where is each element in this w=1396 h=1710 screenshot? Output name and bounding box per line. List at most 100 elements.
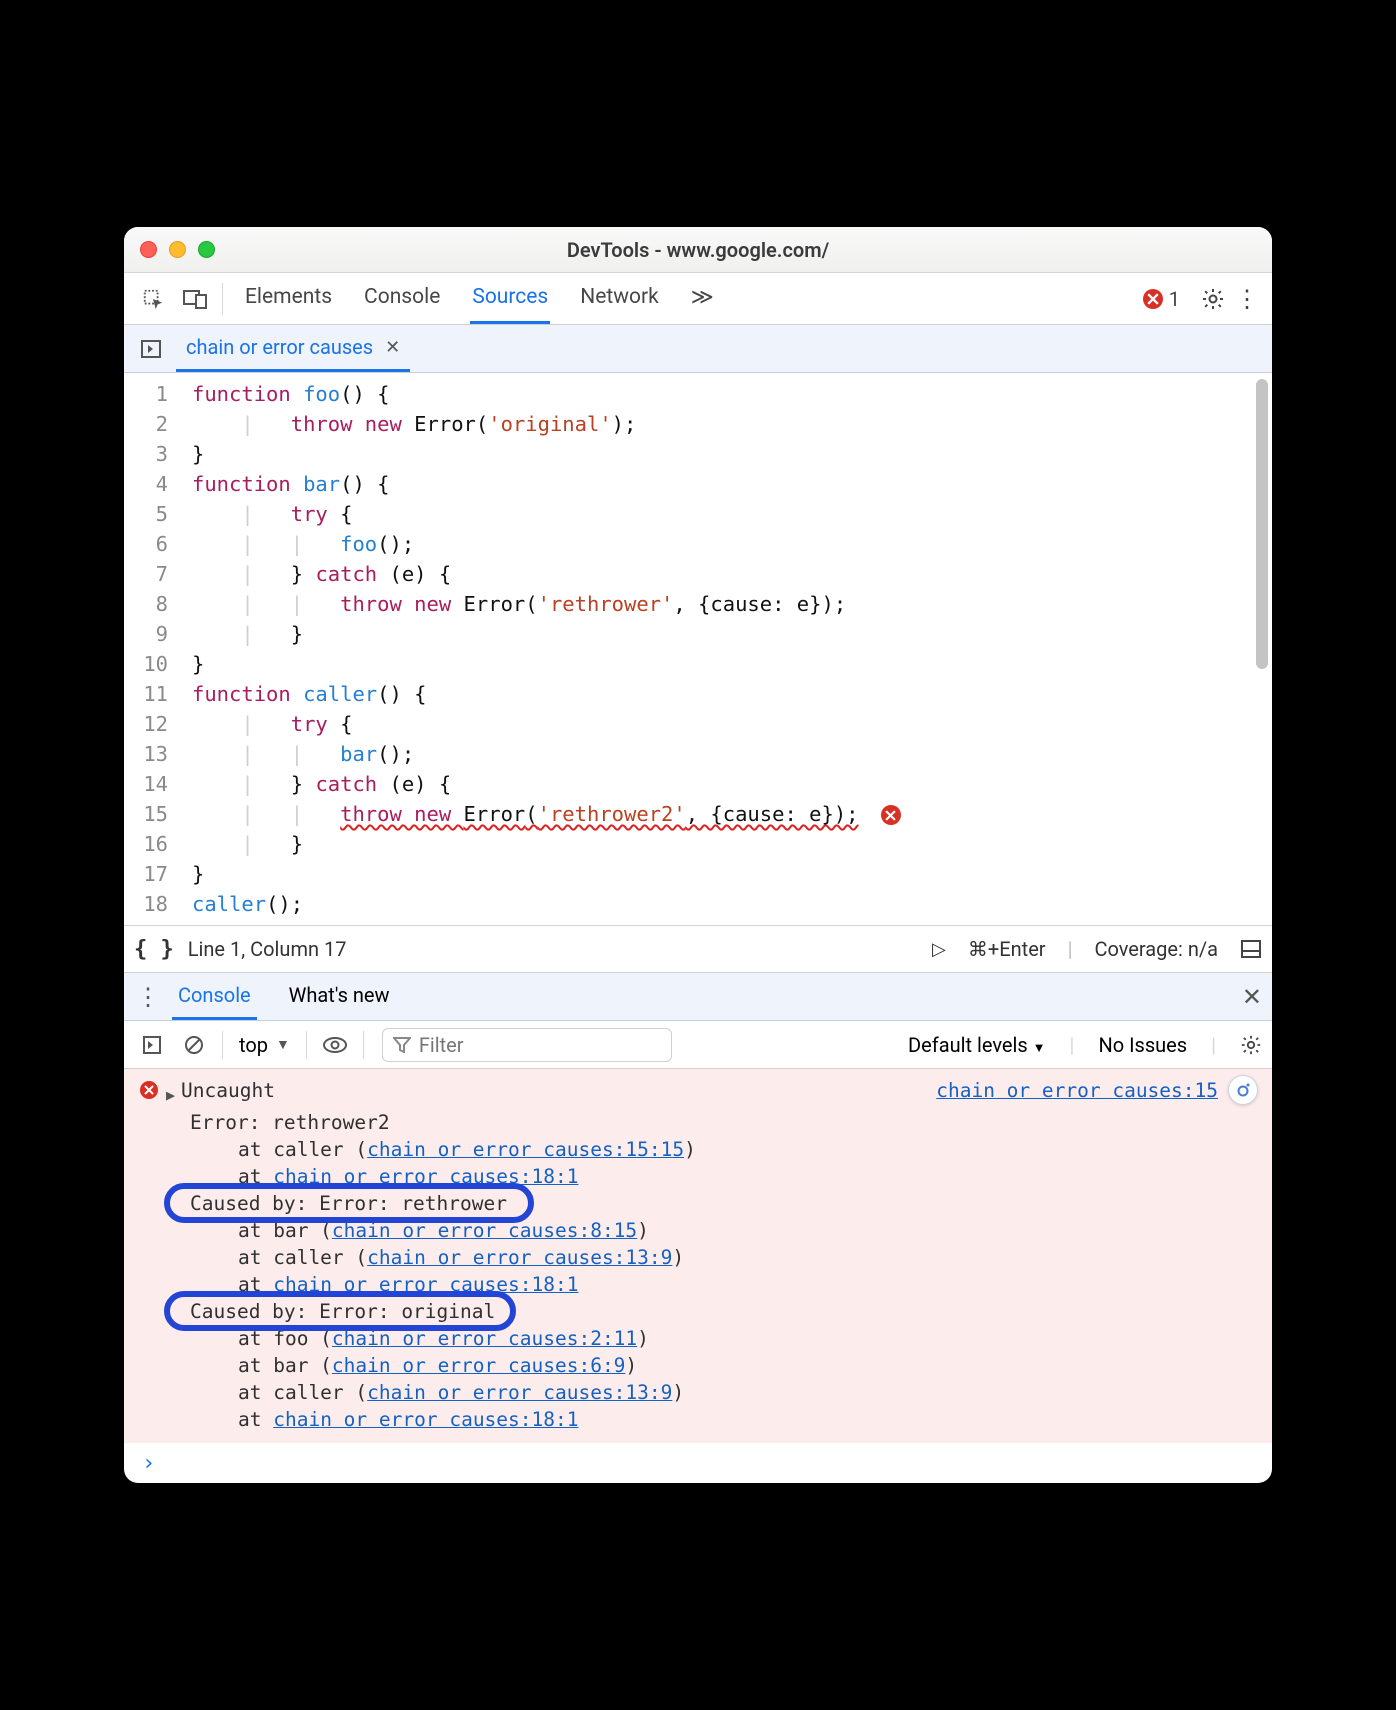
ai-assist-icon[interactable] bbox=[1228, 1075, 1258, 1105]
console-prompt[interactable]: › bbox=[124, 1443, 1272, 1483]
settings-icon[interactable] bbox=[1196, 287, 1230, 311]
tab-network[interactable]: Network bbox=[578, 273, 661, 324]
show-navigator-icon[interactable] bbox=[132, 338, 170, 360]
run-hint: ⌘+Enter bbox=[968, 937, 1046, 961]
filter-icon bbox=[393, 1037, 411, 1053]
source-link[interactable]: chain or error causes:18:1 bbox=[273, 1408, 578, 1431]
code-line[interactable]: | } bbox=[182, 619, 1272, 649]
coverage-label: Coverage: n/a bbox=[1094, 937, 1218, 961]
filter-placeholder: Filter bbox=[419, 1033, 464, 1057]
error-cause: Caused by: Error: rethrower bbox=[190, 1190, 1256, 1217]
line-number: 2 bbox=[124, 409, 168, 439]
filter-input[interactable]: Filter bbox=[382, 1028, 672, 1062]
stack-frame: at chain or error causes:18:1 bbox=[190, 1163, 1256, 1190]
inspect-element-icon[interactable] bbox=[132, 281, 174, 317]
source-link[interactable]: chain or error causes:6:9 bbox=[332, 1354, 626, 1377]
error-indicator[interactable]: 1 bbox=[1143, 287, 1180, 311]
code-line[interactable]: } bbox=[182, 859, 1272, 889]
cursor-position: Line 1, Column 17 bbox=[188, 937, 347, 961]
source-link[interactable]: chain or error causes:18:1 bbox=[273, 1273, 578, 1296]
code-line[interactable]: | try { bbox=[182, 499, 1272, 529]
clear-console-icon[interactable] bbox=[176, 1034, 212, 1056]
more-options-icon[interactable]: ⋮ bbox=[1230, 285, 1264, 313]
code-line[interactable]: function foo() { bbox=[182, 379, 1272, 409]
line-number: 4 bbox=[124, 469, 168, 499]
tab-console[interactable]: Console bbox=[362, 273, 442, 324]
stack-frame: at caller (chain or error causes:15:15) bbox=[190, 1136, 1256, 1163]
code-line[interactable]: caller(); bbox=[182, 889, 1272, 919]
window-title: DevTools - www.google.com/ bbox=[124, 238, 1272, 262]
line-number: 18 bbox=[124, 889, 168, 919]
code-line[interactable]: | | throw new Error('rethrower', {cause:… bbox=[182, 589, 1272, 619]
code-line[interactable]: | } bbox=[182, 829, 1272, 859]
code-line[interactable]: | } catch (e) { bbox=[182, 559, 1272, 589]
code-line[interactable]: | try { bbox=[182, 709, 1272, 739]
drawer-tab-whatsnew[interactable]: What's new bbox=[283, 973, 396, 1020]
code-area[interactable]: function foo() { | throw new Error('orig… bbox=[182, 373, 1272, 925]
line-gutter: 123456789101112131415161718 bbox=[124, 373, 182, 925]
context-label: top bbox=[239, 1033, 268, 1057]
tab-elements[interactable]: Elements bbox=[243, 273, 334, 324]
line-number: 6 bbox=[124, 529, 168, 559]
live-expression-icon[interactable] bbox=[317, 1036, 353, 1054]
code-editor[interactable]: 123456789101112131415161718 function foo… bbox=[124, 373, 1272, 925]
code-line[interactable]: | throw new Error('original'); bbox=[182, 409, 1272, 439]
close-tab-icon[interactable]: ✕ bbox=[385, 337, 400, 358]
source-link[interactable]: chain or error causes:15:15 bbox=[367, 1138, 684, 1161]
file-tab-active[interactable]: chain or error causes ✕ bbox=[176, 325, 410, 372]
toolbar-divider bbox=[222, 283, 223, 315]
context-selector[interactable]: top ▼ bbox=[233, 1033, 296, 1057]
code-line[interactable]: } bbox=[182, 439, 1272, 469]
stack-frame: at caller (chain or error causes:13:9) bbox=[190, 1379, 1256, 1406]
drawer-more-icon[interactable]: ⋮ bbox=[134, 983, 162, 1011]
stack-frame: at bar (chain or error causes:6:9) bbox=[190, 1352, 1256, 1379]
device-toolbar-icon[interactable] bbox=[174, 281, 216, 317]
error-source-link[interactable]: chain or error causes:15 bbox=[936, 1077, 1218, 1104]
expand-triangle-icon[interactable]: ▶ bbox=[166, 1082, 175, 1109]
code-line[interactable]: function caller() { bbox=[182, 679, 1272, 709]
run-snippet-icon[interactable]: ▷ bbox=[932, 939, 946, 960]
code-line[interactable]: function bar() { bbox=[182, 469, 1272, 499]
line-number: 16 bbox=[124, 829, 168, 859]
panel-tabs: Elements Console Sources Network ≫ bbox=[243, 273, 716, 324]
error-icon bbox=[140, 1081, 158, 1099]
editor-scrollbar[interactable] bbox=[1256, 379, 1268, 669]
console-settings-icon[interactable] bbox=[1240, 1034, 1262, 1056]
code-line[interactable]: } bbox=[182, 649, 1272, 679]
dock-side-icon[interactable] bbox=[1240, 938, 1262, 960]
tabs-overflow[interactable]: ≫ bbox=[689, 273, 716, 324]
file-tab-label: chain or error causes bbox=[186, 335, 373, 359]
error-badge-icon bbox=[1143, 289, 1163, 309]
close-drawer-icon[interactable]: ✕ bbox=[1242, 983, 1262, 1011]
source-link[interactable]: chain or error causes:2:11 bbox=[332, 1327, 637, 1350]
stack-frame: at foo (chain or error causes:2:11) bbox=[190, 1325, 1256, 1352]
code-line[interactable]: | | throw new Error('rethrower2', {cause… bbox=[182, 799, 1272, 829]
line-number: 13 bbox=[124, 739, 168, 769]
issues-label[interactable]: No Issues bbox=[1098, 1033, 1187, 1057]
line-number: 11 bbox=[124, 679, 168, 709]
console-sidebar-icon[interactable] bbox=[134, 1035, 170, 1055]
source-link[interactable]: chain or error causes:8:15 bbox=[332, 1219, 637, 1242]
line-number: 12 bbox=[124, 709, 168, 739]
file-tab-strip: chain or error causes ✕ bbox=[124, 325, 1272, 373]
source-link[interactable]: chain or error causes:13:9 bbox=[367, 1381, 672, 1404]
stack-frame: at caller (chain or error causes:13:9) bbox=[190, 1244, 1256, 1271]
source-link[interactable]: chain or error causes:18:1 bbox=[273, 1165, 578, 1188]
line-number: 10 bbox=[124, 649, 168, 679]
log-levels-selector[interactable]: Default levels ▼ bbox=[908, 1033, 1046, 1057]
editor-statusbar: { } Line 1, Column 17 ▷ ⌘+Enter | Covera… bbox=[124, 925, 1272, 973]
chevron-down-icon: ▼ bbox=[276, 1036, 290, 1053]
drawer-tab-console[interactable]: Console bbox=[172, 973, 257, 1020]
code-line[interactable]: | | bar(); bbox=[182, 739, 1272, 769]
chevron-down-icon: ▼ bbox=[1033, 1041, 1046, 1056]
console-output: chain or error causes:15 ▶UncaughtError:… bbox=[124, 1069, 1272, 1443]
console-text: Error: rethrower2 bbox=[190, 1109, 1256, 1136]
code-line[interactable]: | | foo(); bbox=[182, 529, 1272, 559]
console-toolbar: top ▼ Filter Default levels ▼ | No Issue… bbox=[124, 1021, 1272, 1069]
code-line[interactable]: | } catch (e) { bbox=[182, 769, 1272, 799]
tab-sources[interactable]: Sources bbox=[470, 273, 550, 324]
titlebar: DevTools - www.google.com/ bbox=[124, 227, 1272, 273]
pretty-print-icon[interactable]: { } bbox=[134, 937, 174, 962]
source-link[interactable]: chain or error causes:13:9 bbox=[367, 1246, 672, 1269]
inline-error-icon[interactable] bbox=[881, 805, 901, 825]
